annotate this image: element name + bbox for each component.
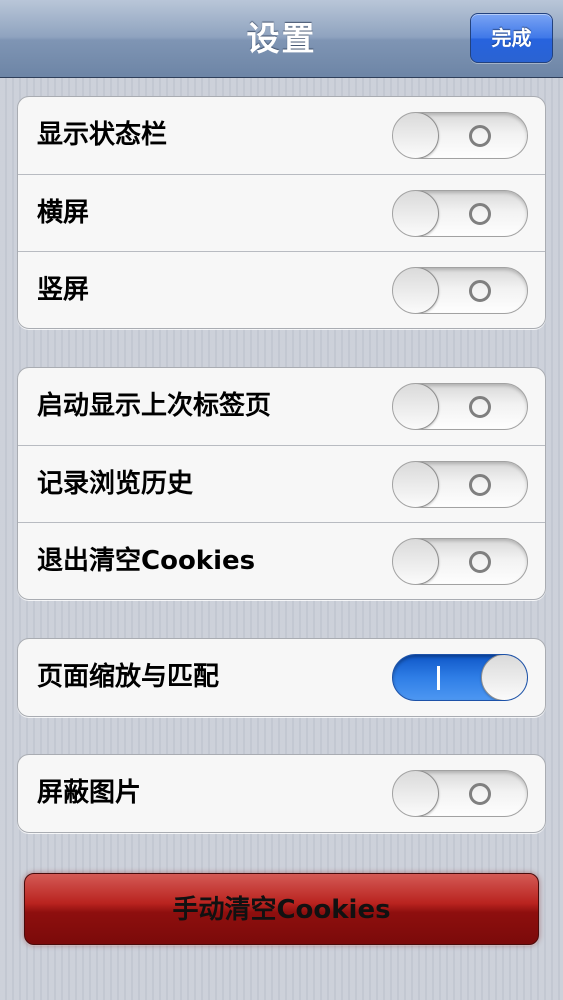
toggle-off-icon: [469, 125, 491, 147]
toggle-knob: [393, 268, 439, 313]
settings-group-browsing: 启动显示上次标签页 记录浏览历史 退出清空Cookies: [17, 367, 546, 600]
row-label: 记录浏览历史: [37, 469, 194, 499]
portrait-toggle[interactable]: [392, 267, 528, 314]
settings-row-portrait: 竖屏: [18, 251, 545, 328]
navigation-bar: 设置 完成: [0, 0, 563, 78]
settings-group-zoom: 页面缩放与匹配: [17, 638, 546, 717]
row-label: 退出清空Cookies: [37, 546, 256, 576]
restore-tabs-toggle[interactable]: [392, 383, 528, 430]
landscape-toggle[interactable]: [392, 190, 528, 237]
settings-group-display: 显示状态栏 横屏 竖屏: [17, 96, 546, 329]
toggle-knob: [393, 539, 439, 584]
toggle-knob: [393, 771, 439, 816]
show-status-bar-toggle[interactable]: [392, 112, 528, 159]
block-images-toggle[interactable]: [392, 770, 528, 817]
settings-row-restore-tabs: 启动显示上次标签页: [18, 368, 545, 445]
toggle-off-icon: [469, 783, 491, 805]
toggle-on-icon: [437, 666, 440, 690]
toggle-off-icon: [469, 396, 491, 418]
toggle-knob: [481, 655, 527, 700]
settings-row-landscape: 横屏: [18, 174, 545, 251]
clear-cookies-button[interactable]: 手动清空Cookies: [24, 873, 539, 945]
row-label: 横屏: [37, 198, 90, 228]
toggle-off-icon: [469, 474, 491, 496]
toggle-off-icon: [469, 203, 491, 225]
page-zoom-fit-toggle[interactable]: [392, 654, 528, 701]
settings-row-clear-cookies-on-exit: 退出清空Cookies: [18, 522, 545, 599]
toggle-knob: [393, 462, 439, 507]
clear-cookies-on-exit-toggle[interactable]: [392, 538, 528, 585]
settings-group-images: 屏蔽图片: [17, 754, 546, 833]
clear-cookies-button-label: 手动清空Cookies: [172, 895, 391, 925]
row-label: 竖屏: [37, 275, 90, 305]
toggle-off-icon: [469, 280, 491, 302]
row-label: 启动显示上次标签页: [37, 391, 272, 421]
row-label: 显示状态栏: [37, 120, 168, 150]
settings-row-record-history: 记录浏览历史: [18, 445, 545, 522]
settings-row-show-status-bar: 显示状态栏: [18, 97, 545, 174]
row-label: 页面缩放与匹配: [37, 662, 220, 692]
row-label: 屏蔽图片: [37, 778, 142, 808]
toggle-knob: [393, 191, 439, 236]
record-history-toggle[interactable]: [392, 461, 528, 508]
toggle-knob: [393, 384, 439, 429]
done-button[interactable]: 完成: [470, 13, 553, 63]
toggle-off-icon: [469, 551, 491, 573]
settings-row-page-zoom-fit: 页面缩放与匹配: [18, 639, 545, 716]
toggle-knob: [393, 113, 439, 158]
settings-row-block-images: 屏蔽图片: [18, 755, 545, 832]
